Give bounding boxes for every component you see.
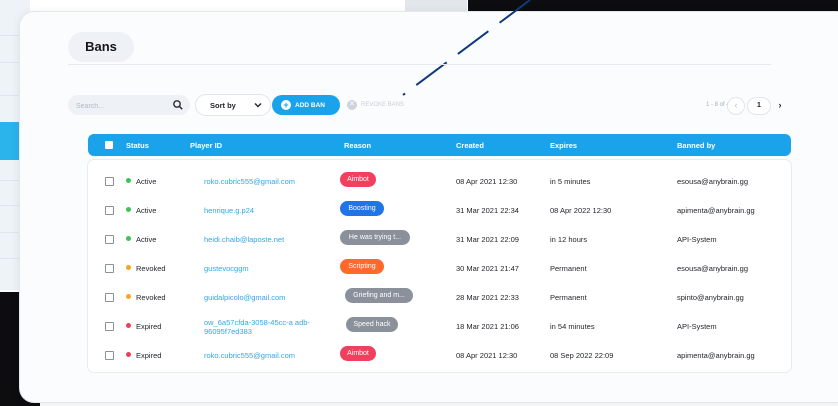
row-checkbox[interactable] bbox=[105, 235, 114, 244]
expires-value: in 12 hours bbox=[550, 235, 588, 244]
sort-label: Sort by bbox=[210, 101, 236, 110]
row-checkbox[interactable] bbox=[105, 322, 114, 331]
created-date: 31 Mar 2021 22:34 bbox=[456, 206, 519, 215]
expires-value: 08 Sep 2022 22:09 bbox=[550, 351, 614, 360]
table-row[interactable]: Expired roko.cubric555@gmail.com Aimbot … bbox=[88, 339, 791, 368]
column-header-reason[interactable]: Reason bbox=[344, 141, 371, 150]
column-header-status[interactable]: Status bbox=[126, 141, 149, 150]
row-checkbox[interactable] bbox=[105, 293, 114, 302]
row-checkbox[interactable] bbox=[105, 206, 114, 215]
table-row[interactable]: Expired ow_6a57cfda-3058-45cc-a adb-9609… bbox=[88, 310, 791, 339]
created-date: 31 Mar 2021 22:09 bbox=[456, 235, 519, 244]
chevron-down-icon bbox=[254, 103, 262, 108]
created-date: 08 Apr 2021 12:30 bbox=[456, 351, 518, 360]
status-dot bbox=[126, 323, 131, 328]
banned-by: API-System bbox=[677, 322, 717, 331]
expires-value: in 5 minutes bbox=[550, 177, 591, 186]
created-date: 28 Mar 2021 22:33 bbox=[456, 293, 519, 302]
column-header-created[interactable]: Created bbox=[456, 141, 484, 150]
created-date: 18 Mar 2021 21:06 bbox=[456, 322, 519, 331]
status-text: Revoked bbox=[136, 264, 166, 273]
reason-badge: Scripting bbox=[340, 259, 384, 274]
banned-by: API-System bbox=[677, 235, 717, 244]
player-id-link[interactable]: guidalpicolo@gmail.com bbox=[204, 293, 285, 302]
row-checkbox[interactable] bbox=[105, 177, 114, 186]
banned-by: esousa@anybrain.gg bbox=[677, 264, 748, 273]
search-icon[interactable] bbox=[172, 99, 184, 111]
expires-value: 08 Apr 2022 12:30 bbox=[550, 206, 612, 215]
status-dot bbox=[126, 178, 131, 183]
banned-by: apimenta@anybrain.gg bbox=[677, 351, 755, 360]
player-id-link[interactable]: heidi.chaib@laposte.net bbox=[204, 235, 284, 244]
player-id-link[interactable]: gustevocggm bbox=[204, 264, 249, 273]
revoke-bans-label: REVOKE BANS bbox=[361, 102, 405, 108]
reason-badge: He was trying t... bbox=[340, 230, 410, 245]
revoke-bans-button[interactable]: ✕ REVOKE BANS bbox=[345, 95, 425, 115]
next-page-button[interactable]: › bbox=[772, 98, 788, 114]
banned-by: esousa@anybrain.gg bbox=[677, 177, 748, 186]
banned-by: apimenta@anybrain.gg bbox=[677, 206, 755, 215]
search-box[interactable] bbox=[68, 95, 190, 115]
table-body: Active roko.cubric555@gmail.com Aimbot 0… bbox=[88, 160, 791, 372]
close-circle-icon: ✕ bbox=[347, 100, 357, 110]
status-dot bbox=[126, 207, 131, 212]
table-header: Status Player ID Reason Created Expires … bbox=[88, 134, 791, 156]
page-title: Bans bbox=[68, 32, 134, 62]
table-row[interactable]: Revoked gustevocggm Scripting 30 Mar 202… bbox=[88, 252, 791, 281]
player-id-link[interactable]: roko.cubric555@gmail.com bbox=[204, 351, 295, 360]
reason-badge: Aimbot bbox=[340, 346, 376, 361]
status-dot bbox=[126, 352, 131, 357]
player-id-link[interactable]: henrique.g.p24 bbox=[204, 206, 254, 215]
decorative-dashed-line bbox=[402, 0, 531, 96]
column-header-player-id[interactable]: Player ID bbox=[190, 141, 222, 150]
table-row[interactable]: Active henrique.g.p24 Boosting 31 Mar 20… bbox=[88, 194, 791, 223]
previous-page-button[interactable]: ‹ bbox=[728, 98, 744, 114]
status-dot bbox=[126, 236, 131, 241]
player-id-link[interactable]: roko.cubric555@gmail.com bbox=[204, 177, 295, 186]
table-row[interactable]: Active heidi.chaib@laposte.net He was tr… bbox=[88, 223, 791, 252]
column-header-banned-by[interactable]: Banned by bbox=[677, 141, 715, 150]
column-header-expires[interactable]: Expires bbox=[550, 141, 577, 150]
row-checkbox[interactable] bbox=[105, 264, 114, 273]
expires-value: Permanent bbox=[550, 264, 587, 273]
title-divider bbox=[68, 64, 771, 65]
status-dot bbox=[126, 265, 131, 270]
row-checkbox[interactable] bbox=[105, 351, 114, 360]
search-input[interactable] bbox=[74, 97, 166, 115]
current-page-number[interactable]: 1 bbox=[748, 98, 770, 114]
select-all-checkbox[interactable] bbox=[105, 141, 113, 149]
table-row[interactable]: Active roko.cubric555@gmail.com Aimbot 0… bbox=[88, 165, 791, 194]
reason-badge: Speed hack bbox=[346, 317, 398, 332]
status-text: Revoked bbox=[136, 293, 166, 302]
plus-circle-icon: + bbox=[281, 100, 291, 110]
created-date: 30 Mar 2021 21:47 bbox=[456, 264, 519, 273]
table-row[interactable]: Revoked guidalpicolo@gmail.com Griefing … bbox=[88, 281, 791, 310]
expires-value: in 54 minutes bbox=[550, 322, 595, 331]
status-text: Active bbox=[136, 206, 157, 215]
status-text: Expired bbox=[136, 351, 162, 360]
reason-badge: Aimbot bbox=[340, 172, 376, 187]
status-dot bbox=[126, 294, 131, 299]
status-text: Active bbox=[136, 235, 157, 244]
add-ban-button[interactable]: + ADD BAN bbox=[272, 95, 340, 115]
sort-dropdown[interactable]: Sort by bbox=[196, 95, 270, 115]
expires-value: Permanent bbox=[550, 293, 587, 302]
add-ban-label: ADD BAN bbox=[295, 102, 325, 109]
created-date: 08 Apr 2021 12:30 bbox=[456, 177, 518, 186]
banned-by: spinto@anybrain.gg bbox=[677, 293, 744, 302]
reason-badge: Griefing and m... bbox=[345, 288, 413, 303]
status-text: Active bbox=[136, 177, 157, 186]
reason-badge: Boosting bbox=[340, 201, 384, 216]
status-text: Expired bbox=[136, 322, 162, 331]
player-id-link[interactable]: ow_6a57cfda-3058-45cc-a adb-96095f7ed383 bbox=[204, 318, 314, 336]
